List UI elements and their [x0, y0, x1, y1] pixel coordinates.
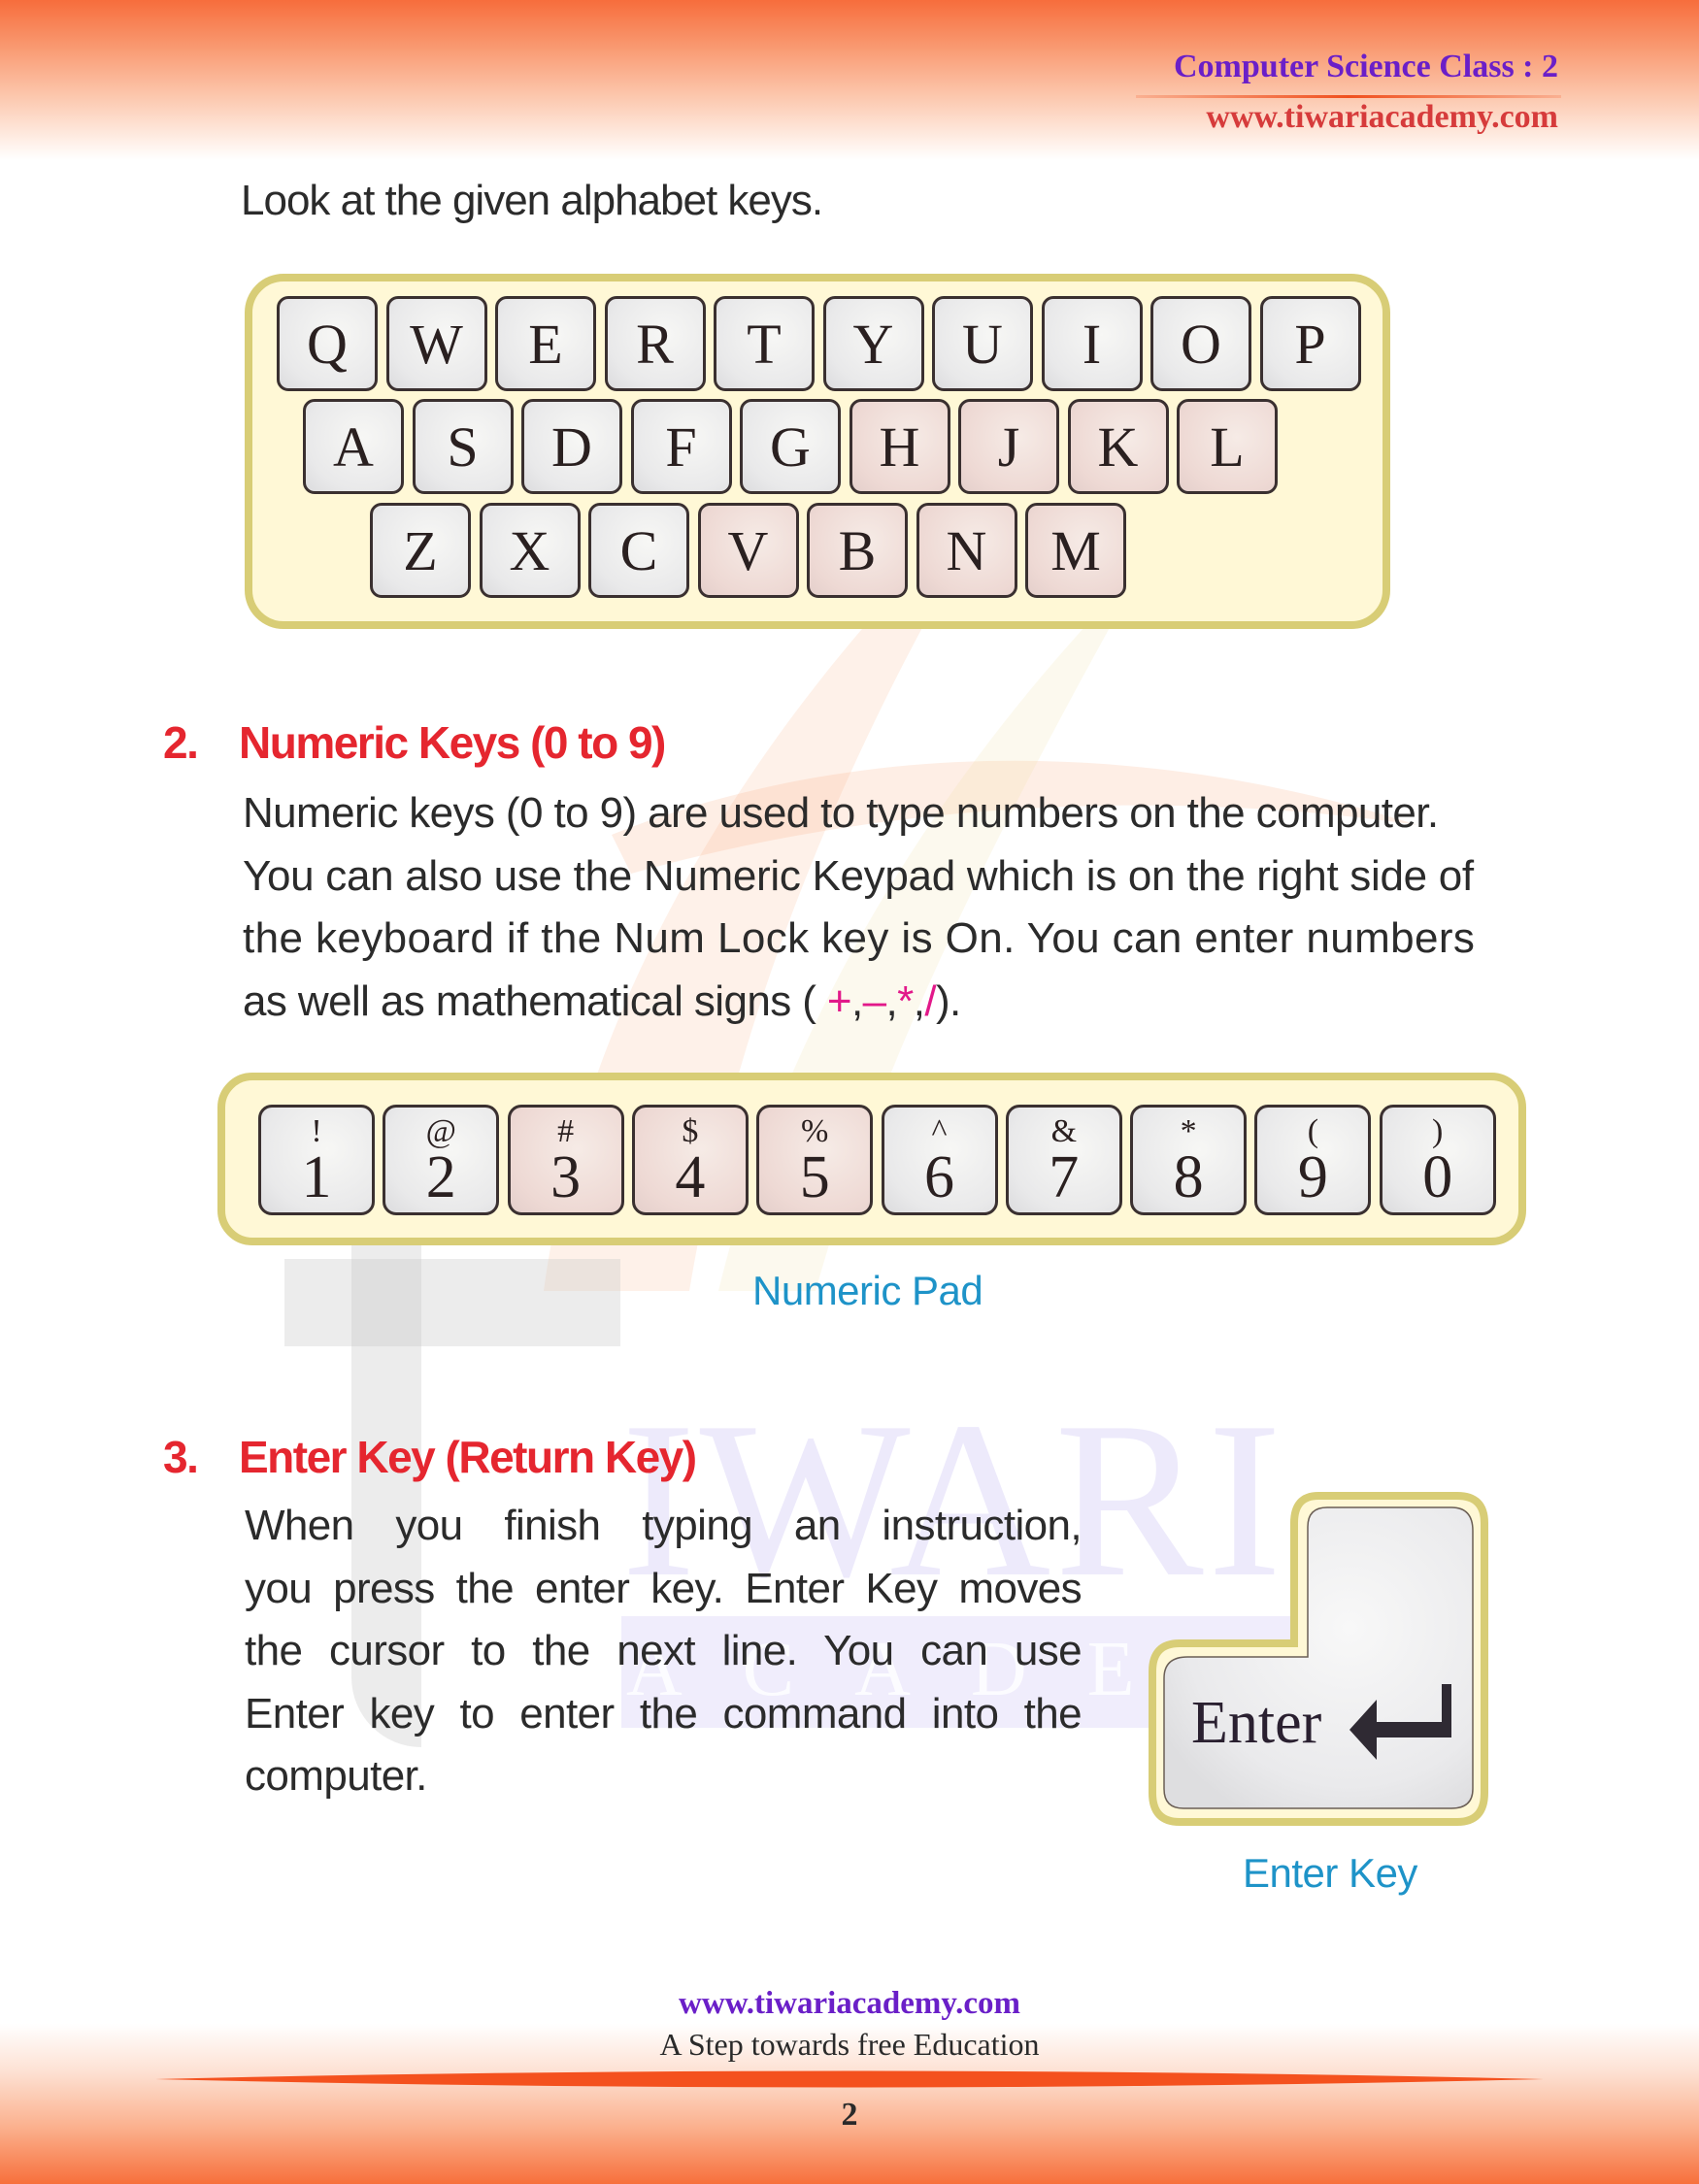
key-a: A	[303, 399, 404, 494]
key-symbol: ^	[931, 1113, 948, 1149]
paragraph-line: the cursor to the next line. You can use	[245, 1627, 1083, 1674]
key-digit: 8	[1173, 1144, 1204, 1210]
section-3-heading: 3. Enter Key (Return Key)	[163, 1431, 697, 1483]
numeric-key-7: & 7	[1005, 1105, 1122, 1215]
page-number: 2	[841, 2097, 858, 2133]
key-u: U	[932, 296, 1033, 391]
enter-key-illustration	[1149, 1492, 1488, 1826]
section-2-number: 2.	[163, 717, 199, 768]
key-m: M	[1025, 503, 1126, 598]
intro-text: Look at the given alphabet keys.	[241, 177, 823, 224]
key-digit: 9	[1297, 1144, 1328, 1210]
header-divider	[1136, 95, 1561, 98]
sign-multiply: *	[897, 976, 914, 1025]
sign-plus: +	[826, 976, 852, 1025]
numeric-key-8: * 8	[1130, 1105, 1248, 1215]
key-t: T	[714, 296, 815, 391]
key-digit: 5	[799, 1144, 830, 1210]
section-2-paragraph: Numeric keys (0 to 9) are used to type n…	[243, 782, 1544, 1033]
key-symbol: )	[1432, 1113, 1444, 1149]
numeric-key-1: ! 1	[258, 1105, 375, 1215]
numeric-key-9: (9	[1254, 1105, 1372, 1215]
footer-url[interactable]: www.tiwariacademy.com	[0, 1986, 1699, 2022]
key-s: S	[412, 399, 514, 494]
key-d: D	[521, 399, 622, 494]
footer-divider	[155, 2070, 1544, 2088]
paragraph-line: When you finish typing an instruction,	[245, 1502, 1083, 1549]
sign-separator: ,	[851, 976, 863, 1025]
signs-intro: as well as mathematical signs (	[243, 976, 827, 1025]
key-v: V	[697, 503, 799, 598]
key-p: P	[1259, 296, 1361, 391]
numeric-key-3: #3	[507, 1105, 624, 1215]
key-y: Y	[822, 296, 924, 391]
key-digit: 4	[675, 1144, 706, 1210]
paragraph-line: computer.	[245, 1752, 427, 1800]
key-digit: 2	[425, 1144, 456, 1210]
key-o: O	[1150, 296, 1251, 391]
paragraph-line: You can also use the Numeric Keypad whic…	[243, 851, 1474, 900]
paragraph-line: Enter key to enter the command into the	[245, 1689, 1083, 1737]
key-l: L	[1177, 399, 1278, 494]
key-symbol: *	[1180, 1113, 1197, 1149]
key-digit: 7	[1049, 1144, 1080, 1210]
sign-separator: ,	[885, 976, 898, 1025]
signs-close: ).	[935, 976, 961, 1025]
section-3-number: 3.	[163, 1432, 199, 1482]
key-symbol: (	[1307, 1113, 1319, 1149]
key-symbol: &	[1050, 1113, 1078, 1149]
key-g: G	[740, 399, 841, 494]
numeric-pad-caption: Numeric Pad	[752, 1268, 983, 1313]
key-i: I	[1041, 296, 1143, 391]
section-2-heading: 2. Numeric Keys (0 to 9)	[163, 716, 666, 769]
key-symbol: !	[311, 1113, 322, 1149]
key-q: Q	[277, 296, 378, 391]
key-n: N	[916, 503, 1017, 598]
key-symbol: #	[557, 1113, 575, 1149]
key-symbol: $	[682, 1113, 699, 1149]
key-c: C	[588, 503, 689, 598]
paragraph-line: you press the enter key. Enter Key moves	[245, 1564, 1083, 1612]
key-e: E	[495, 296, 596, 391]
key-digit: 1	[301, 1144, 332, 1210]
key-digit: 0	[1422, 1144, 1453, 1210]
numeric-key-4: $4	[631, 1105, 749, 1215]
key-h: H	[849, 399, 950, 494]
sign-separator: ,	[913, 976, 925, 1025]
key-b: B	[807, 503, 908, 598]
paragraph-line: as well as mathematical signs ( +,–,*,/)…	[243, 971, 1544, 1034]
key-j: J	[958, 399, 1059, 494]
section-3-title: Enter Key (Return Key)	[239, 1432, 697, 1482]
key-digit: 3	[550, 1144, 582, 1210]
return-arrow-icon	[1349, 1684, 1451, 1760]
key-symbol: %	[801, 1113, 829, 1149]
footer-tagline: A Step towards free Education	[659, 2027, 1040, 2062]
watermark-t-bar	[284, 1259, 620, 1346]
section-3-paragraph: When you finish typing an instruction, y…	[245, 1495, 1083, 1808]
header-title: Computer Science Class : 2	[1174, 49, 1558, 84]
key-x: X	[479, 503, 581, 598]
numeric-key-6: ^ 6	[881, 1105, 998, 1215]
enter-key-label: Enter	[1191, 1690, 1322, 1756]
key-symbol: @	[425, 1113, 456, 1149]
numeric-key-5: % 5	[756, 1105, 874, 1215]
header-url[interactable]: www.tiwariacademy.com	[1158, 99, 1558, 136]
paragraph-line: the keyboard if the Num Lock key is On. …	[243, 914, 1476, 962]
numeric-key-0: ) 0	[1379, 1105, 1496, 1215]
paragraph-line: Numeric keys (0 to 9) are used to type n…	[243, 789, 1439, 837]
sign-minus: –	[862, 976, 886, 1025]
enter-key-caption: Enter Key	[1243, 1850, 1417, 1896]
key-w: W	[385, 296, 487, 391]
key-digit: 6	[924, 1144, 954, 1210]
numeric-key-2: @2	[383, 1105, 500, 1215]
sign-divide: /	[924, 976, 936, 1025]
key-z: Z	[370, 503, 471, 598]
key-k: K	[1067, 399, 1169, 494]
key-r: R	[604, 296, 706, 391]
section-2-title: Numeric Keys (0 to 9)	[239, 717, 666, 768]
key-f: F	[630, 399, 732, 494]
